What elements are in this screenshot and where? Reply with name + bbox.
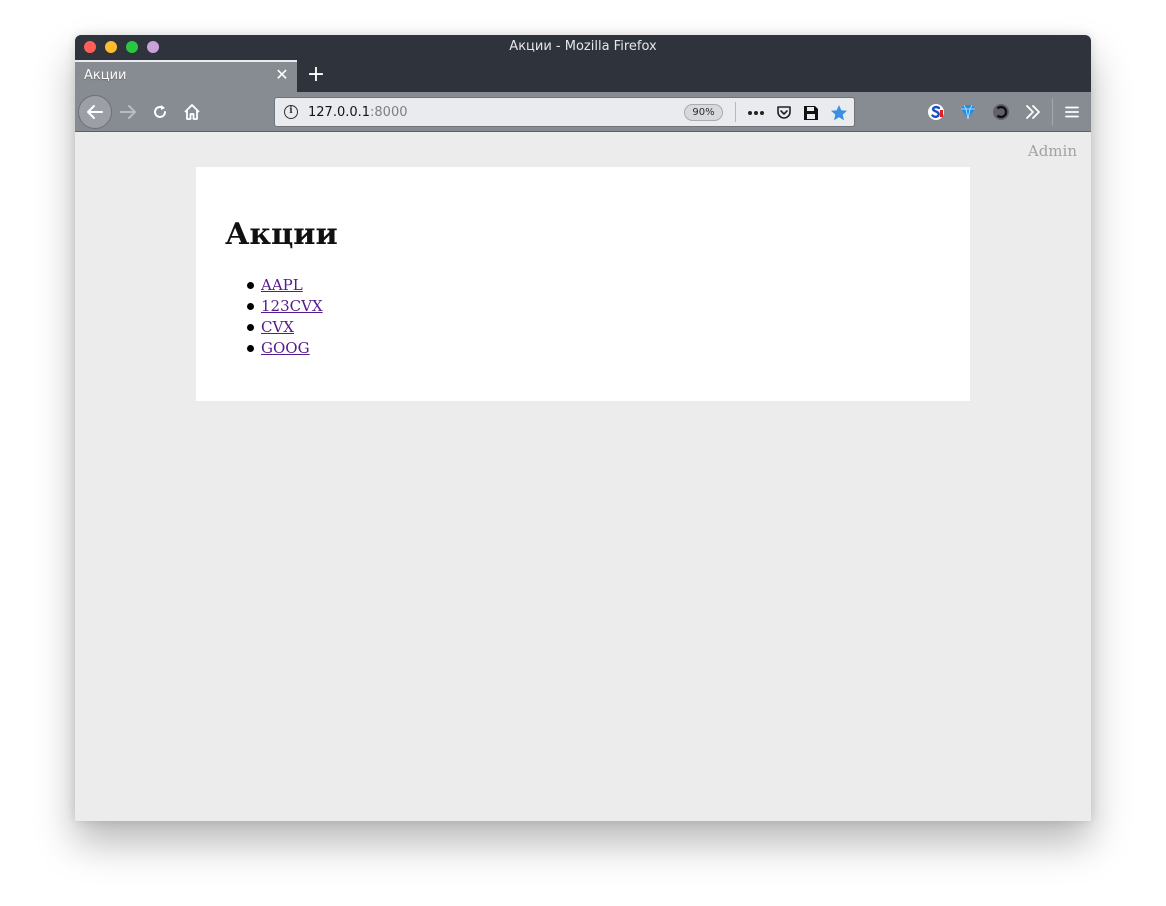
- forward-button[interactable]: [113, 97, 143, 127]
- bullet-icon: [247, 282, 254, 289]
- reload-icon: [154, 105, 166, 118]
- url-text[interactable]: 127.0.0.1:8000: [308, 105, 408, 120]
- extension-s-button[interactable]: [923, 99, 949, 125]
- page-title: Акции: [225, 217, 338, 252]
- bullet-icon: [247, 303, 254, 310]
- toolbar-divider: [1052, 98, 1053, 126]
- extension-c-button[interactable]: [988, 99, 1014, 125]
- bullet-icon: [247, 345, 254, 352]
- list-item: AAPL: [247, 275, 323, 296]
- stock-link-aapl[interactable]: AAPL: [261, 276, 303, 294]
- main-menu-button[interactable]: [1059, 99, 1085, 125]
- navigation-toolbar: i 127.0.0.1:8000 90%: [75, 92, 1091, 132]
- tab-active[interactable]: Акции ✕: [75, 60, 297, 92]
- tab-strip: Акции ✕ +: [75, 60, 1091, 92]
- s-extension-icon: [928, 104, 944, 120]
- diamond-icon: [961, 104, 975, 120]
- home-button[interactable]: [177, 97, 207, 127]
- arrow-left-icon: [87, 105, 103, 119]
- pocket-icon: [777, 106, 791, 119]
- new-tab-button[interactable]: +: [305, 64, 327, 86]
- save-page-button[interactable]: [800, 102, 822, 124]
- reload-button[interactable]: [145, 97, 175, 127]
- hamburger-menu-icon: [1065, 106, 1079, 118]
- bookmark-button[interactable]: [828, 102, 850, 124]
- page-content: Admin Акции AAPL 123CVX CVX GOOG: [75, 133, 1091, 821]
- arrow-right-icon: [120, 105, 136, 119]
- pocket-button[interactable]: [773, 102, 795, 124]
- zoom-level-badge[interactable]: 90%: [684, 104, 723, 121]
- url-host: 127.0.0.1: [308, 105, 371, 120]
- stock-link-123cvx[interactable]: 123CVX: [261, 297, 323, 315]
- c-extension-icon: [993, 104, 1009, 120]
- extension-gem-button[interactable]: [955, 99, 981, 125]
- admin-link[interactable]: Admin: [1028, 142, 1077, 160]
- list-item: 123CVX: [247, 296, 323, 317]
- window-title: Акции - Mozilla Firefox: [509, 39, 657, 54]
- site-info-icon[interactable]: i: [284, 105, 298, 119]
- home-icon: [184, 104, 200, 120]
- browser-window: Акции - Mozilla Firefox Акции ✕ + i 127.…: [75, 35, 1091, 821]
- url-bar[interactable]: i 127.0.0.1:8000 90%: [274, 97, 855, 127]
- more-dots-icon: [748, 111, 764, 115]
- back-button[interactable]: [78, 95, 112, 129]
- content-card: Акции AAPL 123CVX CVX GOOG: [196, 167, 970, 401]
- stock-link-cvx[interactable]: CVX: [261, 318, 294, 336]
- bullet-icon: [247, 324, 254, 331]
- close-tab-icon[interactable]: ✕: [273, 65, 291, 85]
- url-bar-divider: [735, 102, 736, 122]
- floppy-disk-icon: [804, 106, 818, 120]
- chevron-double-right-icon: [1026, 105, 1040, 119]
- list-item: GOOG: [247, 338, 323, 359]
- title-bar: Акции - Mozilla Firefox: [75, 35, 1091, 60]
- star-icon: [831, 105, 847, 121]
- stock-list: AAPL 123CVX CVX GOOG: [247, 275, 323, 359]
- tab-title: Акции: [84, 68, 127, 83]
- page-actions-button[interactable]: [745, 102, 767, 124]
- overflow-menu-button[interactable]: [1020, 99, 1046, 125]
- url-port: :8000: [370, 105, 408, 120]
- list-item: CVX: [247, 317, 323, 338]
- stock-link-goog[interactable]: GOOG: [261, 339, 310, 357]
